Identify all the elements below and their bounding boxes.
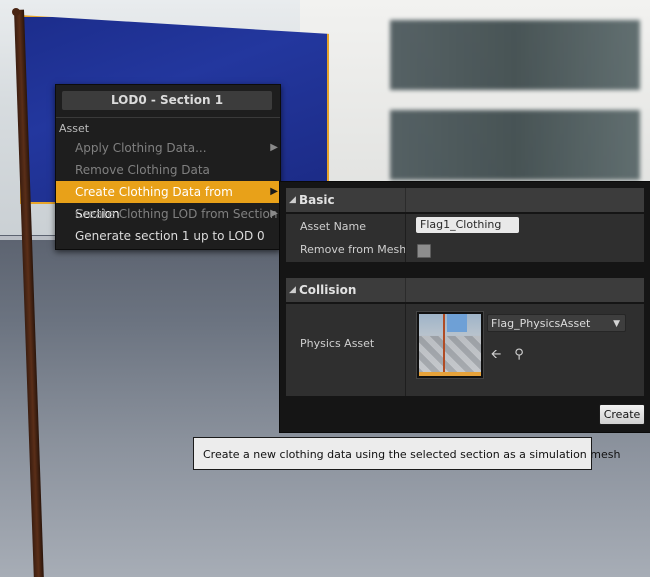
row-asset-name: Asset Name Flag1_Clothing <box>286 214 644 238</box>
column-divider <box>405 304 406 396</box>
building-windows-lower <box>390 110 640 180</box>
submenu-arrow-icon: ▶ <box>270 186 278 197</box>
menu-item-generate-section[interactable]: Generate section 1 up to LOD 0 <box>56 225 280 247</box>
asset-name-label: Asset Name <box>300 220 367 233</box>
tooltip: Create a new clothing data using the sel… <box>193 437 620 470</box>
submenu-arrow-icon: ▶ <box>270 208 278 219</box>
section-context-menu: LOD0 - Section 1 Asset Apply Clothing Da… <box>55 84 281 250</box>
asset-name-input[interactable]: Flag1_Clothing <box>416 217 519 233</box>
menu-item-create-clothing-data[interactable]: Create Clothing Data from Section ▶ <box>56 181 280 221</box>
thumbnail-preview <box>419 314 481 376</box>
clothing-options-panel: ◢ Basic Asset Name Flag1_Clothing Remove… <box>279 181 650 433</box>
menu-item-label: Apply Clothing Data... <box>75 141 207 155</box>
menu-item-label: Generate section 1 up to LOD 0 <box>75 229 265 243</box>
building-windows-upper <box>390 20 640 90</box>
physics-asset-label: Physics Asset <box>300 337 375 350</box>
chevron-down-icon: ▼ <box>613 319 620 329</box>
context-menu-header: LOD0 - Section 1 <box>62 91 272 110</box>
menu-item-label: Remove Clothing Data <box>75 163 210 177</box>
submenu-arrow-icon: ▶ <box>270 142 278 153</box>
column-divider <box>405 238 406 262</box>
physics-asset-value: Flag_PhysicsAsset <box>491 317 591 330</box>
left-arrow-icon[interactable]: 🡨 <box>488 347 504 363</box>
row-remove-from-mesh: Remove from Mesh <box>286 238 644 262</box>
create-button[interactable]: Create <box>599 404 645 425</box>
category-basic-header[interactable]: ◢ Basic <box>286 188 644 212</box>
thumbnail-checker-floor <box>419 336 481 376</box>
thumbnail-pole <box>443 314 445 376</box>
menu-item-remove-clothing-data[interactable]: Remove Clothing Data <box>56 159 280 181</box>
context-menu-section-label: Asset <box>59 122 90 135</box>
column-divider <box>405 214 406 238</box>
column-divider <box>405 188 406 212</box>
thumbnail-sky <box>447 314 467 332</box>
flag-pole-cap <box>12 8 20 16</box>
column-divider <box>405 278 406 302</box>
collapse-triangle-icon: ◢ <box>289 285 296 295</box>
category-collision-title: Collision <box>299 283 357 297</box>
physics-asset-thumbnail[interactable] <box>416 311 484 379</box>
thumbnail-asset-color-bar <box>419 372 481 376</box>
menu-item-apply-clothing-data[interactable]: Apply Clothing Data... ▶ <box>56 137 280 159</box>
collapse-triangle-icon: ◢ <box>289 195 296 205</box>
menu-item-label: Create Clothing LOD from Section <box>75 207 278 221</box>
context-menu-divider <box>56 117 280 118</box>
category-collision-header[interactable]: ◢ Collision <box>286 278 644 302</box>
magnifier-icon[interactable]: ⚲ <box>511 347 527 363</box>
remove-from-mesh-checkbox[interactable] <box>417 244 431 258</box>
row-physics-asset: Physics Asset Flag_PhysicsAsset ▼ 🡨 ⚲ <box>286 304 644 396</box>
menu-item-create-clothing-lod[interactable]: Create Clothing LOD from Section ▶ <box>56 203 280 225</box>
category-basic-title: Basic <box>299 193 335 207</box>
remove-from-mesh-label: Remove from Mesh <box>300 243 407 256</box>
physics-asset-combo[interactable]: Flag_PhysicsAsset ▼ <box>487 314 626 332</box>
